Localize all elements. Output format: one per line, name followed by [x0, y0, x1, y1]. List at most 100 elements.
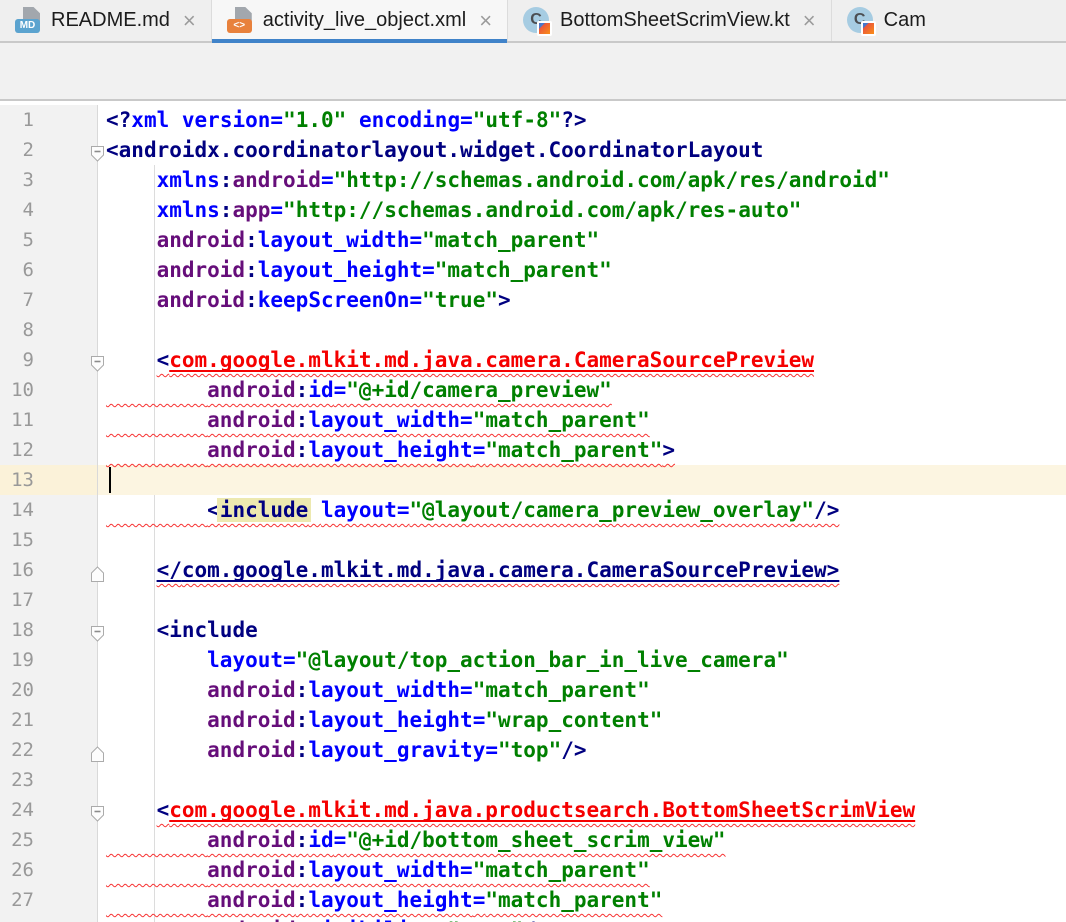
- code-token: id: [308, 378, 334, 402]
- code-line[interactable]: 9 <com.google.mlkit.md.java.camera.Camer…: [0, 345, 1066, 375]
- code-token: xmlns: [156, 198, 220, 222]
- line-number: 16: [11, 559, 34, 581]
- code-line[interactable]: 4 xmlns:app="http://schemas.android.com/…: [0, 195, 1066, 225]
- code-line[interactable]: 27 android:layout_height="match_parent": [0, 885, 1066, 915]
- line-number: 25: [11, 829, 34, 851]
- code-token: =: [460, 408, 473, 432]
- error-wave-span: android:layout_height="match_parent">: [106, 438, 675, 462]
- ide-window: MD README.md × <> activity_live_object.xml × C…: [0, 0, 1066, 922]
- code-line[interactable]: 24 <com.google.mlkit.md.java.productsear…: [0, 795, 1066, 825]
- code-token: xml: [131, 108, 170, 132]
- code-token: "@+id/bottom_sheet_scrim_view": [346, 828, 726, 852]
- code-line[interactable]: 7 android:keepScreenOn="true">: [0, 285, 1066, 315]
- code-line[interactable]: 6 android:layout_height="match_parent": [0, 255, 1066, 285]
- gutter-cell: 21: [0, 705, 98, 735]
- code-token: >: [497, 288, 511, 312]
- code-token: encoding: [358, 108, 461, 132]
- line-number: 6: [22, 259, 34, 281]
- gutter-cell: 26: [0, 855, 98, 885]
- editor-tab-3[interactable]: C BottomSheetScrimView.kt ×: [508, 0, 832, 41]
- code-line[interactable]: 14 <include layout="@layout/camera_previ…: [0, 495, 1066, 525]
- code-token: "@layout/camera_preview_overlay": [409, 498, 815, 522]
- tab-label: BottomSheetScrimView.kt: [560, 9, 790, 31]
- line-number: 8: [22, 319, 34, 341]
- line-number: 26: [11, 859, 34, 881]
- gutter-cell: 7: [0, 285, 98, 315]
- line-number: 24: [11, 799, 34, 821]
- code-line[interactable]: 18 <include: [0, 615, 1066, 645]
- code-token: <: [156, 798, 170, 822]
- code-token: />: [523, 918, 548, 922]
- code-editor[interactable]: 1 <?xml version="1.0" encoding="utf-8"?> 2…: [0, 101, 1066, 922]
- line-number: 3: [22, 169, 34, 191]
- code-line[interactable]: 26 android:layout_width="match_parent": [0, 855, 1066, 885]
- code-line[interactable]: 5 android:layout_width="match_parent": [0, 225, 1066, 255]
- editor-tab-4[interactable]: C Cam: [831, 0, 1066, 41]
- code-line[interactable]: 8: [0, 315, 1066, 345]
- code-line[interactable]: 19 layout="@layout/top_action_bar_in_liv…: [0, 645, 1066, 675]
- code-token: =: [460, 108, 473, 132]
- code-token: "true": [422, 288, 498, 312]
- line-number: 15: [11, 529, 34, 551]
- line-number: 11: [11, 409, 34, 431]
- tab-label: README.md: [51, 9, 170, 31]
- code-token: com.google.mlkit.md.java.camera.CameraSo…: [181, 558, 827, 582]
- code-line[interactable]: 20 android:layout_width="match_parent": [0, 675, 1066, 705]
- line-number: 27: [11, 889, 34, 911]
- close-icon[interactable]: ×: [479, 9, 492, 32]
- code-line[interactable]: 1 <?xml version="1.0" encoding="utf-8"?>: [0, 105, 1066, 135]
- code-line[interactable]: 2 <androidx.coordinatorlayout.widget.Coor…: [0, 135, 1066, 165]
- editor-tab-1[interactable]: MD README.md ×: [0, 0, 212, 41]
- code-line[interactable]: 28 android:visibility="gone"/>: [0, 915, 1066, 922]
- code-line[interactable]: 17: [0, 585, 1066, 615]
- code-line[interactable]: 3 xmlns:android="http://schemas.android.…: [0, 165, 1066, 195]
- code-token: "utf-8": [472, 108, 562, 132]
- code-token: =: [422, 258, 435, 282]
- line-number: 9: [22, 349, 34, 371]
- error-wave-span: android:layout_width="match_parent": [106, 408, 650, 432]
- code-token: layout_width: [308, 678, 461, 702]
- gutter-cell: 9: [0, 345, 104, 375]
- code-line[interactable]: 12 android:layout_height="match_parent">: [0, 435, 1066, 465]
- code-token: :: [295, 678, 309, 702]
- close-icon[interactable]: ×: [803, 9, 816, 32]
- code-token: android: [207, 858, 296, 882]
- code-token: =: [396, 498, 410, 522]
- code-token: =: [409, 228, 423, 252]
- code-token: />: [561, 738, 587, 762]
- code-token: android: [207, 378, 296, 402]
- line-number: 22: [11, 739, 34, 761]
- code-line[interactable]: 16 </com.google.mlkit.md.java.camera.Cam…: [0, 555, 1066, 585]
- code-line[interactable]: 23: [0, 765, 1066, 795]
- code-token: =: [270, 108, 284, 132]
- code-token: =: [472, 708, 486, 732]
- gutter-cell: 28: [0, 915, 98, 922]
- code-line[interactable]: 22 android:layout_gravity="top"/>: [0, 735, 1066, 765]
- tab-label: activity_live_object.xml: [262, 9, 467, 31]
- code-line[interactable]: 13: [0, 465, 1066, 495]
- code-line[interactable]: 15: [0, 525, 1066, 555]
- code-token: android: [207, 708, 296, 732]
- line-number: 21: [11, 709, 34, 731]
- gutter-cell: 1: [0, 105, 98, 135]
- code-token: android: [156, 228, 246, 252]
- code-line[interactable]: 25 android:id="@+id/bottom_sheet_scrim_v…: [0, 825, 1066, 855]
- code-line[interactable]: 10 android:id="@+id/camera_preview": [0, 375, 1066, 405]
- code-line[interactable]: 11 android:layout_width="match_parent": [0, 405, 1066, 435]
- close-icon[interactable]: ×: [183, 9, 196, 32]
- code-line[interactable]: 21 android:layout_height="wrap_content": [0, 705, 1066, 735]
- code-token: "http://schemas.android.com/apk/res/andr…: [333, 168, 890, 192]
- code-token: :: [219, 198, 233, 222]
- gutter-cell: 8: [0, 315, 98, 345]
- code-token: visibility: [308, 918, 434, 922]
- code-token: =: [460, 678, 473, 702]
- code-token: :: [219, 168, 233, 192]
- code-token: =: [320, 168, 334, 192]
- gutter-cell: 24: [0, 795, 104, 825]
- code-token: android: [207, 738, 296, 762]
- editor-tab-2[interactable]: <> activity_live_object.xml ×: [211, 0, 509, 43]
